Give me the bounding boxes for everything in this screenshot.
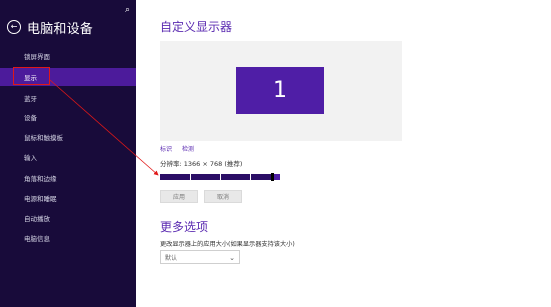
app-size-dropdown[interactable]: 默认 ⌄ [160, 250, 240, 264]
sidebar-item-label: 角落和边缘 [24, 175, 57, 183]
slider-tick [190, 174, 191, 180]
sidebar-title: 电脑和设备 [27, 21, 94, 37]
sidebar-item-bluetooth[interactable]: 蓝牙 [0, 89, 136, 107]
detect-link[interactable]: 检测 [182, 146, 194, 153]
back-icon[interactable]: ← [7, 20, 21, 34]
search-icon[interactable]: ⌕ [125, 5, 130, 15]
sidebar-item-label: 电源和睡眠 [24, 195, 57, 203]
sidebar-item-pc-info[interactable]: 电脑信息 [0, 229, 136, 247]
sidebar-item-input[interactable]: 输入 [0, 148, 136, 166]
app-size-description: 更改显示器上的应用大小(如果显示器支持该大小) [160, 241, 295, 248]
sidebar-item-label: 电脑信息 [24, 235, 50, 243]
resolution-label: 分辨率: 1366 × 768 (推荐) [160, 160, 243, 168]
sidebar: ← 电脑和设备 ⌕ 锁屏界面 显示 蓝牙 设备 鼠标和触摸板 输入 角落和边缘 … [0, 0, 136, 307]
sidebar-item-label: 设备 [24, 114, 37, 122]
sidebar-item-mouse-touchpad[interactable]: 鼠标和触摸板 [0, 128, 136, 146]
sidebar-item-power-sleep[interactable]: 电源和睡眠 [0, 189, 136, 207]
sidebar-item-autoplay[interactable]: 自动播放 [0, 209, 136, 227]
resolution-slider[interactable] [160, 173, 280, 181]
sidebar-item-devices[interactable]: 设备 [0, 108, 136, 126]
sidebar-item-corners-edges[interactable]: 角落和边缘 [0, 169, 136, 187]
sidebar-item-label: 输入 [24, 154, 37, 162]
identify-link[interactable]: 标识 [160, 146, 172, 153]
sidebar-item-label: 鼠标和触摸板 [24, 134, 63, 142]
more-options-heading: 更多选项 [160, 220, 209, 234]
cancel-button[interactable]: 取消 [204, 190, 242, 203]
sidebar-header: ← 电脑和设备 [7, 16, 132, 38]
apply-button[interactable]: 应用 [160, 190, 198, 203]
main-content: 自定义显示器 1 标识 检测 分辨率: 1366 × 768 (推荐) 应用 取… [136, 0, 551, 307]
page-title: 自定义显示器 [160, 20, 233, 34]
sidebar-item-lock-screen[interactable]: 锁屏界面 [0, 47, 136, 65]
chevron-down-icon: ⌄ [229, 254, 235, 262]
preview-links: 标识 检测 [160, 144, 202, 153]
slider-tick [220, 174, 221, 180]
slider-thumb[interactable] [270, 173, 274, 181]
dropdown-value: 默认 [165, 254, 178, 262]
sidebar-item-label: 蓝牙 [24, 95, 37, 103]
sidebar-item-label: 锁屏界面 [24, 53, 50, 61]
slider-fill [160, 174, 272, 180]
display-preview: 1 [160, 41, 402, 141]
sidebar-item-label: 自动播放 [24, 215, 50, 223]
highlight-box [13, 67, 50, 85]
monitor-1[interactable]: 1 [236, 67, 324, 114]
slider-tick [250, 174, 251, 180]
